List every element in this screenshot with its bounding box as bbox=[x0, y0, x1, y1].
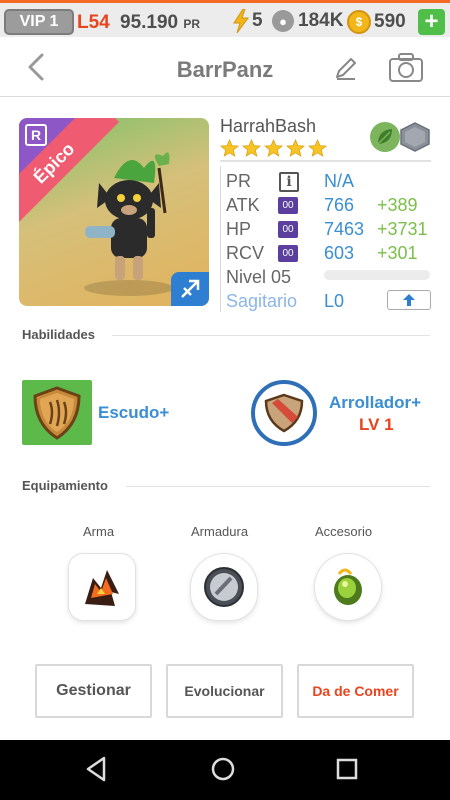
equip-armor-slot[interactable] bbox=[191, 554, 257, 620]
rcv-bonus: +301 bbox=[377, 243, 418, 263]
atk-label: ATK bbox=[226, 195, 260, 215]
zodiac-label[interactable]: Sagitario bbox=[226, 291, 297, 312]
manage-button[interactable]: Gestionar bbox=[35, 664, 152, 718]
edit-pencil-icon[interactable] bbox=[333, 55, 359, 81]
rcv-label: RCV bbox=[226, 243, 265, 263]
coins-value: 590 bbox=[374, 11, 406, 32]
lava-weapon-icon bbox=[85, 570, 119, 606]
star-rating bbox=[220, 139, 327, 158]
metal-element-icon bbox=[400, 122, 430, 152]
system-navbar bbox=[0, 740, 450, 800]
star-icon bbox=[308, 139, 327, 157]
equip-accessory-label: Accesorio bbox=[315, 524, 373, 539]
food-value: 184K bbox=[298, 10, 344, 31]
power-unit: PR bbox=[183, 17, 201, 31]
star-icon bbox=[220, 139, 239, 157]
nav-back-icon[interactable] bbox=[82, 754, 112, 784]
food-counter: ● 184K bbox=[272, 10, 343, 32]
add-currency-button[interactable]: + bbox=[418, 9, 445, 35]
page-header: BarrPanz bbox=[0, 37, 450, 97]
name-divider bbox=[220, 160, 431, 162]
skills-divider bbox=[112, 335, 430, 336]
armor-icon bbox=[204, 567, 244, 607]
skills-section-title: Habilidades bbox=[22, 327, 95, 342]
skill-escudo-label[interactable]: Escudo+ bbox=[98, 403, 169, 423]
equip-weapon-slot[interactable] bbox=[69, 554, 135, 620]
coin-icon: $ bbox=[347, 10, 371, 34]
atk-bonus: +389 bbox=[377, 195, 418, 215]
trample-icon bbox=[264, 393, 304, 433]
rcv-value: 603 bbox=[324, 243, 355, 263]
rarity-badge: R bbox=[25, 124, 47, 146]
equip-accessory-slot[interactable] bbox=[315, 554, 381, 620]
skill-arrollador-level: LV 1 bbox=[359, 415, 394, 434]
monster-name: HarrahBash bbox=[220, 116, 317, 136]
pr-label: PR bbox=[226, 171, 252, 191]
camera-icon[interactable] bbox=[388, 51, 424, 83]
atk-rune-icon[interactable]: 00 bbox=[278, 197, 298, 214]
paw-icon: ● bbox=[272, 10, 294, 32]
zodiac-level: L0 bbox=[324, 291, 345, 311]
player-power: 95.190 PR bbox=[120, 12, 200, 34]
monster-portrait[interactable]: R Épico bbox=[19, 118, 209, 306]
arrow-up-icon bbox=[403, 294, 415, 306]
equip-weapon-label: Arma bbox=[83, 524, 115, 539]
star-icon bbox=[264, 139, 283, 157]
power-value: 95.190 bbox=[120, 12, 179, 33]
skill-arrollador-icon[interactable] bbox=[251, 380, 317, 446]
vip-badge[interactable]: VIP 1 bbox=[4, 9, 74, 35]
accessory-icon bbox=[334, 568, 362, 605]
hp-rune-icon[interactable]: 00 bbox=[278, 221, 298, 238]
equip-armor-label: Armadura bbox=[191, 524, 249, 539]
atk-value: 766 bbox=[324, 195, 355, 215]
evolve-button[interactable]: Evolucionar bbox=[166, 664, 283, 718]
sagittarius-icon bbox=[181, 279, 200, 298]
status-bar: VIP 1 L54 95.190 PR 5 ● 184K $ 590 + bbox=[0, 0, 450, 37]
rcv-rune-icon[interactable]: 00 bbox=[278, 245, 298, 262]
star-icon bbox=[242, 139, 261, 157]
player-level: L54 bbox=[77, 12, 110, 33]
shield-icon bbox=[33, 385, 81, 440]
equipment-divider bbox=[126, 486, 430, 487]
hp-value: 7463 bbox=[324, 219, 365, 239]
energy-value: 5 bbox=[252, 10, 263, 31]
pr-value: N/A bbox=[324, 171, 355, 191]
coins-counter: $ 590 bbox=[347, 10, 406, 34]
feed-button[interactable]: Da de Comer bbox=[297, 664, 414, 718]
level-label: Nivel 05 bbox=[226, 267, 292, 287]
xp-progress-bar bbox=[324, 270, 430, 280]
page-title: BarrPanz bbox=[176, 57, 274, 82]
info-icon[interactable]: i bbox=[279, 172, 299, 192]
skill-escudo-icon[interactable] bbox=[22, 380, 92, 445]
nav-home-icon[interactable] bbox=[208, 754, 238, 784]
equipment-section-title: Equipamiento bbox=[22, 478, 108, 493]
lightning-icon bbox=[233, 9, 249, 33]
hp-bonus: +3731 bbox=[377, 219, 428, 239]
sagittarius-badge bbox=[171, 272, 209, 306]
nature-element-icon bbox=[370, 122, 400, 152]
star-icon bbox=[286, 139, 305, 157]
skill-arrollador-label[interactable]: Arrollador+ bbox=[329, 393, 421, 413]
upgrade-zodiac-button[interactable] bbox=[387, 290, 431, 310]
nav-recents-icon[interactable] bbox=[332, 754, 362, 784]
hp-label: HP bbox=[226, 219, 252, 239]
energy-counter: 5 bbox=[232, 9, 263, 33]
stats-border bbox=[220, 166, 221, 312]
